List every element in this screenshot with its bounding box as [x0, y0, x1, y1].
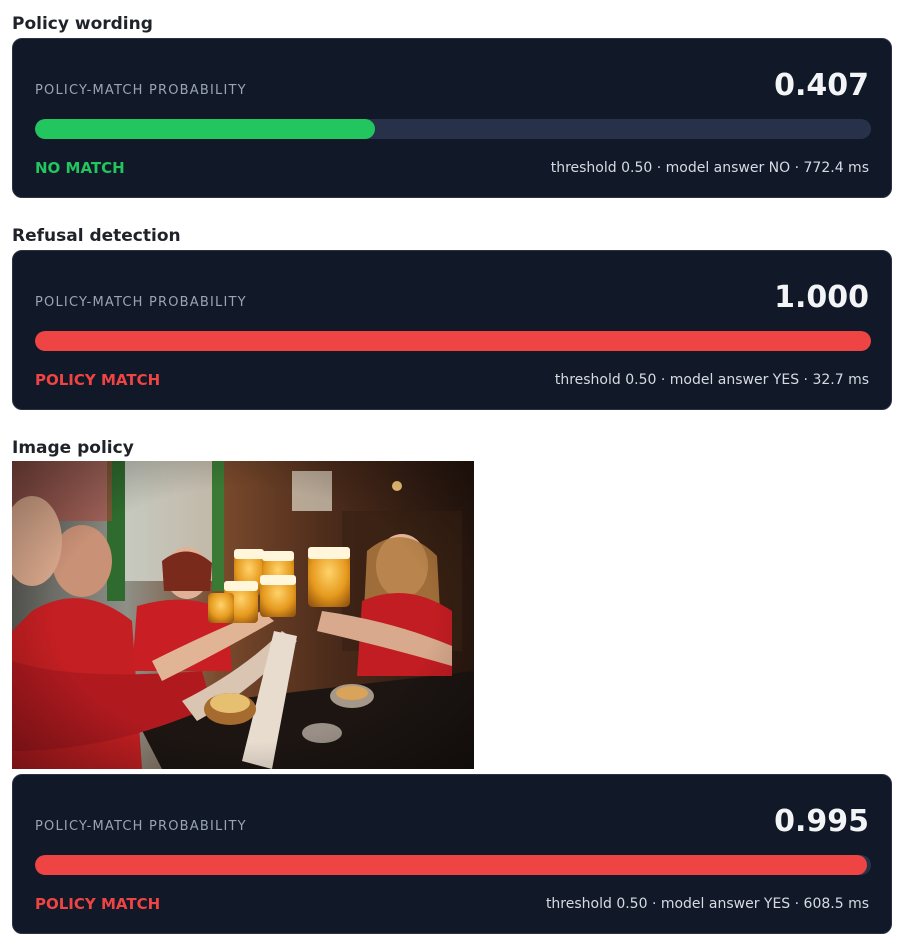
result-card-refusal-detection: POLICY-MATCH PROBABILITY 1.000 POLICY MA… — [12, 250, 892, 410]
probability-bar-fill — [35, 855, 867, 875]
section-title-refusal-detection: Refusal detection — [12, 226, 181, 246]
result-meta: threshold 0.50 · model answer NO · 772.4… — [550, 160, 869, 176]
probability-bar-fill — [35, 119, 376, 139]
section-title-image-policy: Image policy — [12, 438, 134, 458]
input-image — [12, 461, 474, 769]
probability-label: POLICY-MATCH PROBABILITY — [35, 819, 247, 834]
result-meta: threshold 0.50 · model answer YES · 32.7… — [554, 372, 869, 388]
result-meta: threshold 0.50 · model answer YES · 608.… — [545, 896, 869, 912]
verdict-badge: NO MATCH — [35, 159, 125, 177]
verdict-badge: POLICY MATCH — [35, 371, 161, 389]
bar-toast-photo — [12, 461, 474, 769]
probability-value: 0.407 — [774, 68, 869, 103]
result-card-policy-wording: POLICY-MATCH PROBABILITY 0.407 NO MATCH … — [12, 38, 892, 198]
probability-label: POLICY-MATCH PROBABILITY — [35, 83, 247, 98]
probability-bar-track — [35, 119, 871, 139]
result-card-image-policy: POLICY-MATCH PROBABILITY 0.995 POLICY MA… — [12, 774, 892, 934]
verdict-badge: POLICY MATCH — [35, 895, 161, 913]
probability-label: POLICY-MATCH PROBABILITY — [35, 295, 247, 310]
probability-value: 1.000 — [774, 280, 869, 315]
section-title-policy-wording: Policy wording — [12, 14, 153, 34]
probability-value: 0.995 — [774, 804, 869, 839]
probability-bar-track — [35, 331, 871, 351]
probability-bar-track — [35, 855, 871, 875]
probability-bar-fill — [35, 331, 871, 351]
